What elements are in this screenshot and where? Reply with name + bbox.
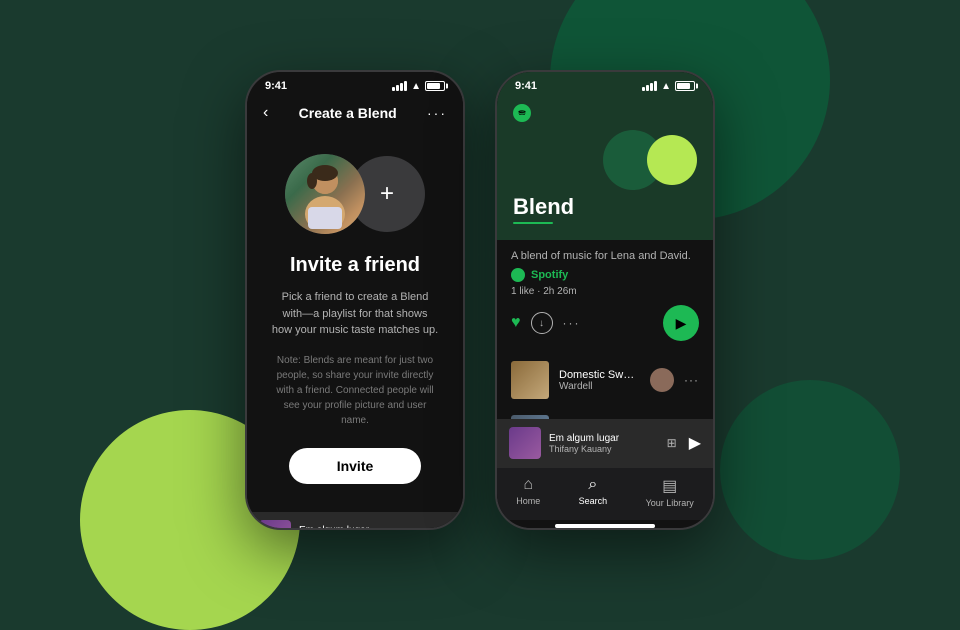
track-artist-1: Wardell <box>559 381 640 392</box>
mini-player-2[interactable]: Em algum lugar Thifany Kauany ⊞ ▶ <box>497 419 713 467</box>
blend-description: A blend of music for Lena and David. <box>511 250 699 262</box>
plus-icon: + <box>380 180 394 208</box>
blend-spotify-label: Spotify <box>531 269 568 281</box>
invite-subtitle: Pick a friend to create a Blend with—a p… <box>263 289 447 339</box>
user-avatar <box>285 154 365 234</box>
mini-player-1[interactable]: Em algum lugar Thifany Kauany ⊞ ▶ <box>247 512 463 529</box>
signal-bar-2-1 <box>642 87 645 91</box>
blend-spotify-row: Spotify <box>511 268 699 282</box>
mini-info-2: Em algum lugar Thifany Kauany <box>549 433 659 454</box>
spotify-svg <box>517 108 527 118</box>
status-bar-2: 9:41 ▲ <box>497 72 713 96</box>
track-avatar-1 <box>650 368 674 392</box>
home-label-2: Home <box>516 496 540 506</box>
track-list: Domestic Sweater Wardell ··· Great Divid… <box>497 353 713 419</box>
spotify-logo <box>513 104 697 122</box>
more-options-button[interactable]: ··· <box>563 316 581 330</box>
phone1-content: 9:41 ▲ ‹ Create a Blend <box>247 72 463 528</box>
signal-bar-2 <box>396 85 399 91</box>
play-icon-2[interactable]: ▶ <box>689 433 701 453</box>
signal-bar-1 <box>392 87 395 91</box>
mini-controls-2: ⊞ ▶ <box>667 433 701 453</box>
blend-header: Blend <box>497 96 713 240</box>
mini-track-title-2: Em algum lugar <box>549 433 659 444</box>
library-icon-2: ▤ <box>662 476 677 496</box>
blend-title: Blend <box>513 194 697 220</box>
time-1: 9:41 <box>265 80 287 92</box>
blend-controls: ♥ ↓ ··· ▶ <box>511 305 699 341</box>
phone2-content: 9:41 ▲ <box>497 72 713 528</box>
mini-info-1: Em algum lugar Thifany Kauany <box>299 525 409 528</box>
wifi-icon-2: ▲ <box>661 81 671 92</box>
mini-track-artist-2: Thifany Kauany <box>549 444 659 454</box>
mini-album-art-2 <box>509 427 541 459</box>
play-icon[interactable]: ▶ <box>439 526 451 529</box>
devices-icon-2[interactable]: ⊞ <box>667 436 677 450</box>
signal-bars-2 <box>642 81 657 91</box>
avatar-image <box>285 154 365 234</box>
phones-container: 9:41 ▲ ‹ Create a Blend <box>245 70 715 530</box>
nav-home-2[interactable]: ⌂ Home <box>516 476 540 508</box>
page-title: Create a Blend <box>299 105 397 121</box>
invite-button[interactable]: Invite <box>289 448 422 484</box>
play-button[interactable]: ▶ <box>663 305 699 341</box>
status-bar-1: 9:41 ▲ <box>247 72 463 96</box>
mini-controls-1: ⊞ ▶ <box>417 526 451 529</box>
blend-circles <box>513 130 697 190</box>
library-label-2: Your Library <box>646 498 694 508</box>
signal-bars-1 <box>392 81 407 91</box>
mini-track-title-1: Em algum lugar <box>299 525 409 528</box>
signal-bar-2-3 <box>650 83 653 91</box>
battery-fill-1 <box>427 83 440 89</box>
blend-spotify-icon <box>511 268 525 282</box>
like-button[interactable]: ♥ <box>511 314 521 332</box>
track-info-1: Domestic Sweater Wardell <box>559 369 640 392</box>
mini-album-art-1 <box>259 520 291 529</box>
status-icons-2: ▲ <box>642 81 695 92</box>
phone-2: 9:41 ▲ <box>495 70 715 530</box>
status-icons-1: ▲ <box>392 81 445 92</box>
back-button[interactable]: ‹ <box>263 104 268 122</box>
blend-underline <box>513 222 553 224</box>
time-2: 9:41 <box>515 80 537 92</box>
track-item-2[interactable]: Great Divide Ira Wolf ··· <box>497 407 713 419</box>
signal-bar-3 <box>400 83 403 91</box>
person-svg <box>290 159 360 229</box>
track-art-1 <box>511 361 549 399</box>
phone1-body: + Invite a friend Pick a friend to creat… <box>247 130 463 512</box>
track-more-1[interactable]: ··· <box>684 373 699 387</box>
signal-bar-4 <box>404 81 407 91</box>
battery-2 <box>675 81 695 91</box>
invite-title: Invite a friend <box>290 254 420 277</box>
track-item-1[interactable]: Domestic Sweater Wardell ··· <box>497 353 713 407</box>
avatar-group: + <box>285 154 425 234</box>
nav-search-2[interactable]: ⌕ Search <box>579 476 608 508</box>
blend-stats: 1 like · 2h 26m <box>511 286 699 297</box>
wifi-icon-1: ▲ <box>411 81 421 92</box>
home-bar-2 <box>555 524 655 528</box>
battery-1 <box>425 81 445 91</box>
search-label-2: Search <box>579 496 608 506</box>
search-icon-2: ⌕ <box>588 476 597 494</box>
bg-circle-dark2 <box>720 380 900 560</box>
signal-bar-2-4 <box>654 81 657 91</box>
spotify-icon <box>513 104 531 122</box>
battery-fill-2 <box>677 83 690 89</box>
download-button[interactable]: ↓ <box>531 312 553 334</box>
phone-1: 9:41 ▲ ‹ Create a Blend <box>245 70 465 530</box>
invite-note: Note: Blends are meant for just two peop… <box>263 353 447 428</box>
more-button[interactable]: ··· <box>427 105 447 121</box>
bottom-nav-2: ⌂ Home ⌕ Search ▤ Your Library <box>497 467 713 520</box>
phone1-header: ‹ Create a Blend ··· <box>247 96 463 130</box>
track-name-1: Domestic Sweater <box>559 369 640 381</box>
nav-library-2[interactable]: ▤ Your Library <box>646 476 694 508</box>
blend-circle-lime <box>647 135 697 185</box>
signal-bar-2-2 <box>646 85 649 91</box>
blend-info-section: A blend of music for Lena and David. Spo… <box>497 240 713 353</box>
home-icon-2: ⌂ <box>523 476 533 494</box>
